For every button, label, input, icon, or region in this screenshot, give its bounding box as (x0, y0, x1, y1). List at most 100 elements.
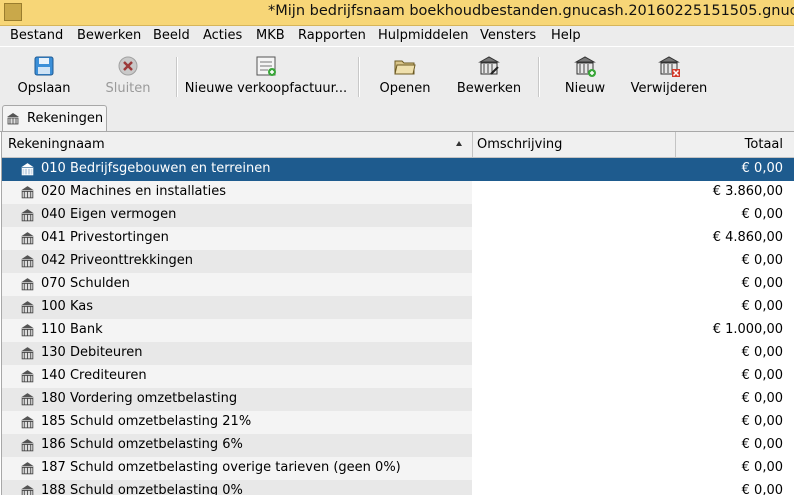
account-tree[interactable]: Rekeningnaam Omschrijving Totaal 010 Bed… (1, 132, 794, 495)
account-name: 180 Vordering omzetbelasting (41, 391, 238, 406)
table-row[interactable]: 188 Schuld omzetbelasting 0% € 0,00 (2, 480, 794, 495)
edit-button[interactable]: Bewerken (452, 47, 526, 103)
bank-icon (20, 300, 35, 315)
column-header-description[interactable]: Omschrijving (473, 132, 676, 157)
table-row[interactable]: 100 Kas € 0,00 (2, 296, 794, 319)
table-row[interactable]: 040 Eigen vermogen € 0,00 (2, 204, 794, 227)
table-row[interactable]: 186 Schuld omzetbelasting 6% € 0,00 (2, 434, 794, 457)
menu-bewerken[interactable]: Bewerken (77, 28, 141, 43)
table-row[interactable]: 187 Schuld omzetbelasting overige tariev… (2, 457, 794, 480)
table-row[interactable]: 130 Debiteuren € 0,00 (2, 342, 794, 365)
account-total: € 0,00 (741, 299, 783, 314)
account-total: € 4.860,00 (712, 230, 783, 245)
bank-icon (20, 415, 35, 430)
account-total: € 0,00 (741, 391, 783, 406)
bank-icon (20, 208, 35, 223)
delete-account-icon (657, 54, 681, 78)
edit-account-icon (477, 54, 501, 78)
toolbar-separator (176, 57, 178, 97)
table-row[interactable]: 020 Machines en installaties € 3.860,00 (2, 181, 794, 204)
column-header-name[interactable]: Rekeningnaam (2, 132, 473, 157)
menu-rapporten[interactable]: Rapporten (298, 28, 366, 43)
bank-icon (6, 112, 20, 126)
table-row[interactable]: 185 Schuld omzetbelasting 21% € 0,00 (2, 411, 794, 434)
table-row[interactable]: 041 Privestortingen € 4.860,00 (2, 227, 794, 250)
table-row[interactable]: 042 Priveonttrekkingen € 0,00 (2, 250, 794, 273)
title-bar: *Mijn bedrijfsnaam boekhoudbestanden.gnu… (0, 0, 794, 26)
account-name: 042 Priveonttrekkingen (41, 253, 194, 268)
menu-bar: Bestand Bewerken Beeld Acties MKB Rappor… (0, 26, 794, 46)
table-row[interactable]: 180 Vordering omzetbelasting € 0,00 (2, 388, 794, 411)
new-account-icon (573, 54, 597, 78)
tab-strip: Rekeningen (0, 103, 794, 132)
account-total: € 0,00 (741, 368, 783, 383)
bank-icon (20, 369, 35, 384)
account-name: 140 Crediteuren (41, 368, 147, 383)
account-rows: 010 Bedrijfsgebouwen en terreinen € 0,00… (2, 158, 794, 495)
account-name: 020 Machines en installaties (41, 184, 226, 199)
bank-icon (20, 392, 35, 407)
account-name: 040 Eigen vermogen (41, 207, 177, 222)
menu-beeld[interactable]: Beeld (153, 28, 190, 43)
table-row[interactable]: 070 Schulden € 0,00 (2, 273, 794, 296)
window-title: *Mijn bedrijfsnaam boekhoudbestanden.gnu… (268, 3, 794, 19)
bank-icon (20, 277, 35, 292)
toolbar-separator (538, 57, 540, 97)
app-icon (4, 3, 22, 21)
account-name: 100 Kas (41, 299, 93, 314)
toolbar: Opslaan Sluiten Nieuwe verkoopfactuur...… (0, 47, 794, 103)
bank-icon (20, 484, 35, 495)
menu-bestand[interactable]: Bestand (10, 28, 63, 43)
bank-icon (20, 346, 35, 361)
menu-vensters[interactable]: Vensters (480, 28, 536, 43)
bank-icon (20, 254, 35, 269)
column-header-total[interactable]: Totaal (676, 132, 794, 157)
account-name: 041 Privestortingen (41, 230, 169, 245)
save-icon (32, 54, 56, 78)
menu-acties[interactable]: Acties (203, 28, 242, 43)
bank-icon (20, 162, 35, 177)
new-invoice-button[interactable]: Nieuwe verkoopfactuur... (184, 47, 348, 103)
menu-mkb[interactable]: MKB (256, 28, 285, 43)
menu-help[interactable]: Help (551, 28, 581, 43)
toolbar-separator (358, 57, 360, 97)
account-total: € 0,00 (741, 161, 783, 176)
account-name: 185 Schuld omzetbelasting 21% (41, 414, 252, 429)
account-total: € 3.860,00 (712, 184, 783, 199)
account-total: € 0,00 (741, 276, 783, 291)
bank-icon (20, 438, 35, 453)
account-name: 010 Bedrijfsgebouwen en terreinen (41, 161, 271, 176)
account-total: € 1.000,00 (712, 322, 783, 337)
column-header-row: Rekeningnaam Omschrijving Totaal (2, 132, 794, 158)
account-total: € 0,00 (741, 460, 783, 475)
bank-icon (20, 231, 35, 246)
folder-open-icon (393, 54, 417, 78)
bank-icon (20, 185, 35, 200)
delete-account-button[interactable]: Verwijderen (628, 47, 710, 103)
menu-hulpmiddelen[interactable]: Hulpmiddelen (378, 28, 469, 43)
account-total: € 0,00 (741, 345, 783, 360)
account-name: 110 Bank (41, 322, 103, 337)
save-button[interactable]: Opslaan (8, 47, 80, 103)
account-name: 130 Debiteuren (41, 345, 143, 360)
account-name: 070 Schulden (41, 276, 130, 291)
account-total: € 0,00 (741, 483, 783, 495)
tab-rekeningen[interactable]: Rekeningen (2, 105, 107, 131)
close-icon (116, 54, 140, 78)
table-row[interactable]: 110 Bank € 1.000,00 (2, 319, 794, 342)
invoice-icon (254, 54, 278, 78)
new-account-button[interactable]: Nieuw (552, 47, 618, 103)
account-name: 187 Schuld omzetbelasting overige tariev… (41, 460, 401, 475)
account-total: € 0,00 (741, 414, 783, 429)
close-button[interactable]: Sluiten (92, 47, 164, 103)
table-row[interactable]: 010 Bedrijfsgebouwen en terreinen € 0,00 (2, 158, 794, 181)
bank-icon (20, 323, 35, 338)
open-button[interactable]: Openen (372, 47, 438, 103)
account-total: € 0,00 (741, 207, 783, 222)
sort-ascending-icon (456, 141, 462, 146)
account-total: € 0,00 (741, 253, 783, 268)
account-total: € 0,00 (741, 437, 783, 452)
bank-icon (20, 461, 35, 476)
table-row[interactable]: 140 Crediteuren € 0,00 (2, 365, 794, 388)
account-name: 186 Schuld omzetbelasting 6% (41, 437, 243, 452)
